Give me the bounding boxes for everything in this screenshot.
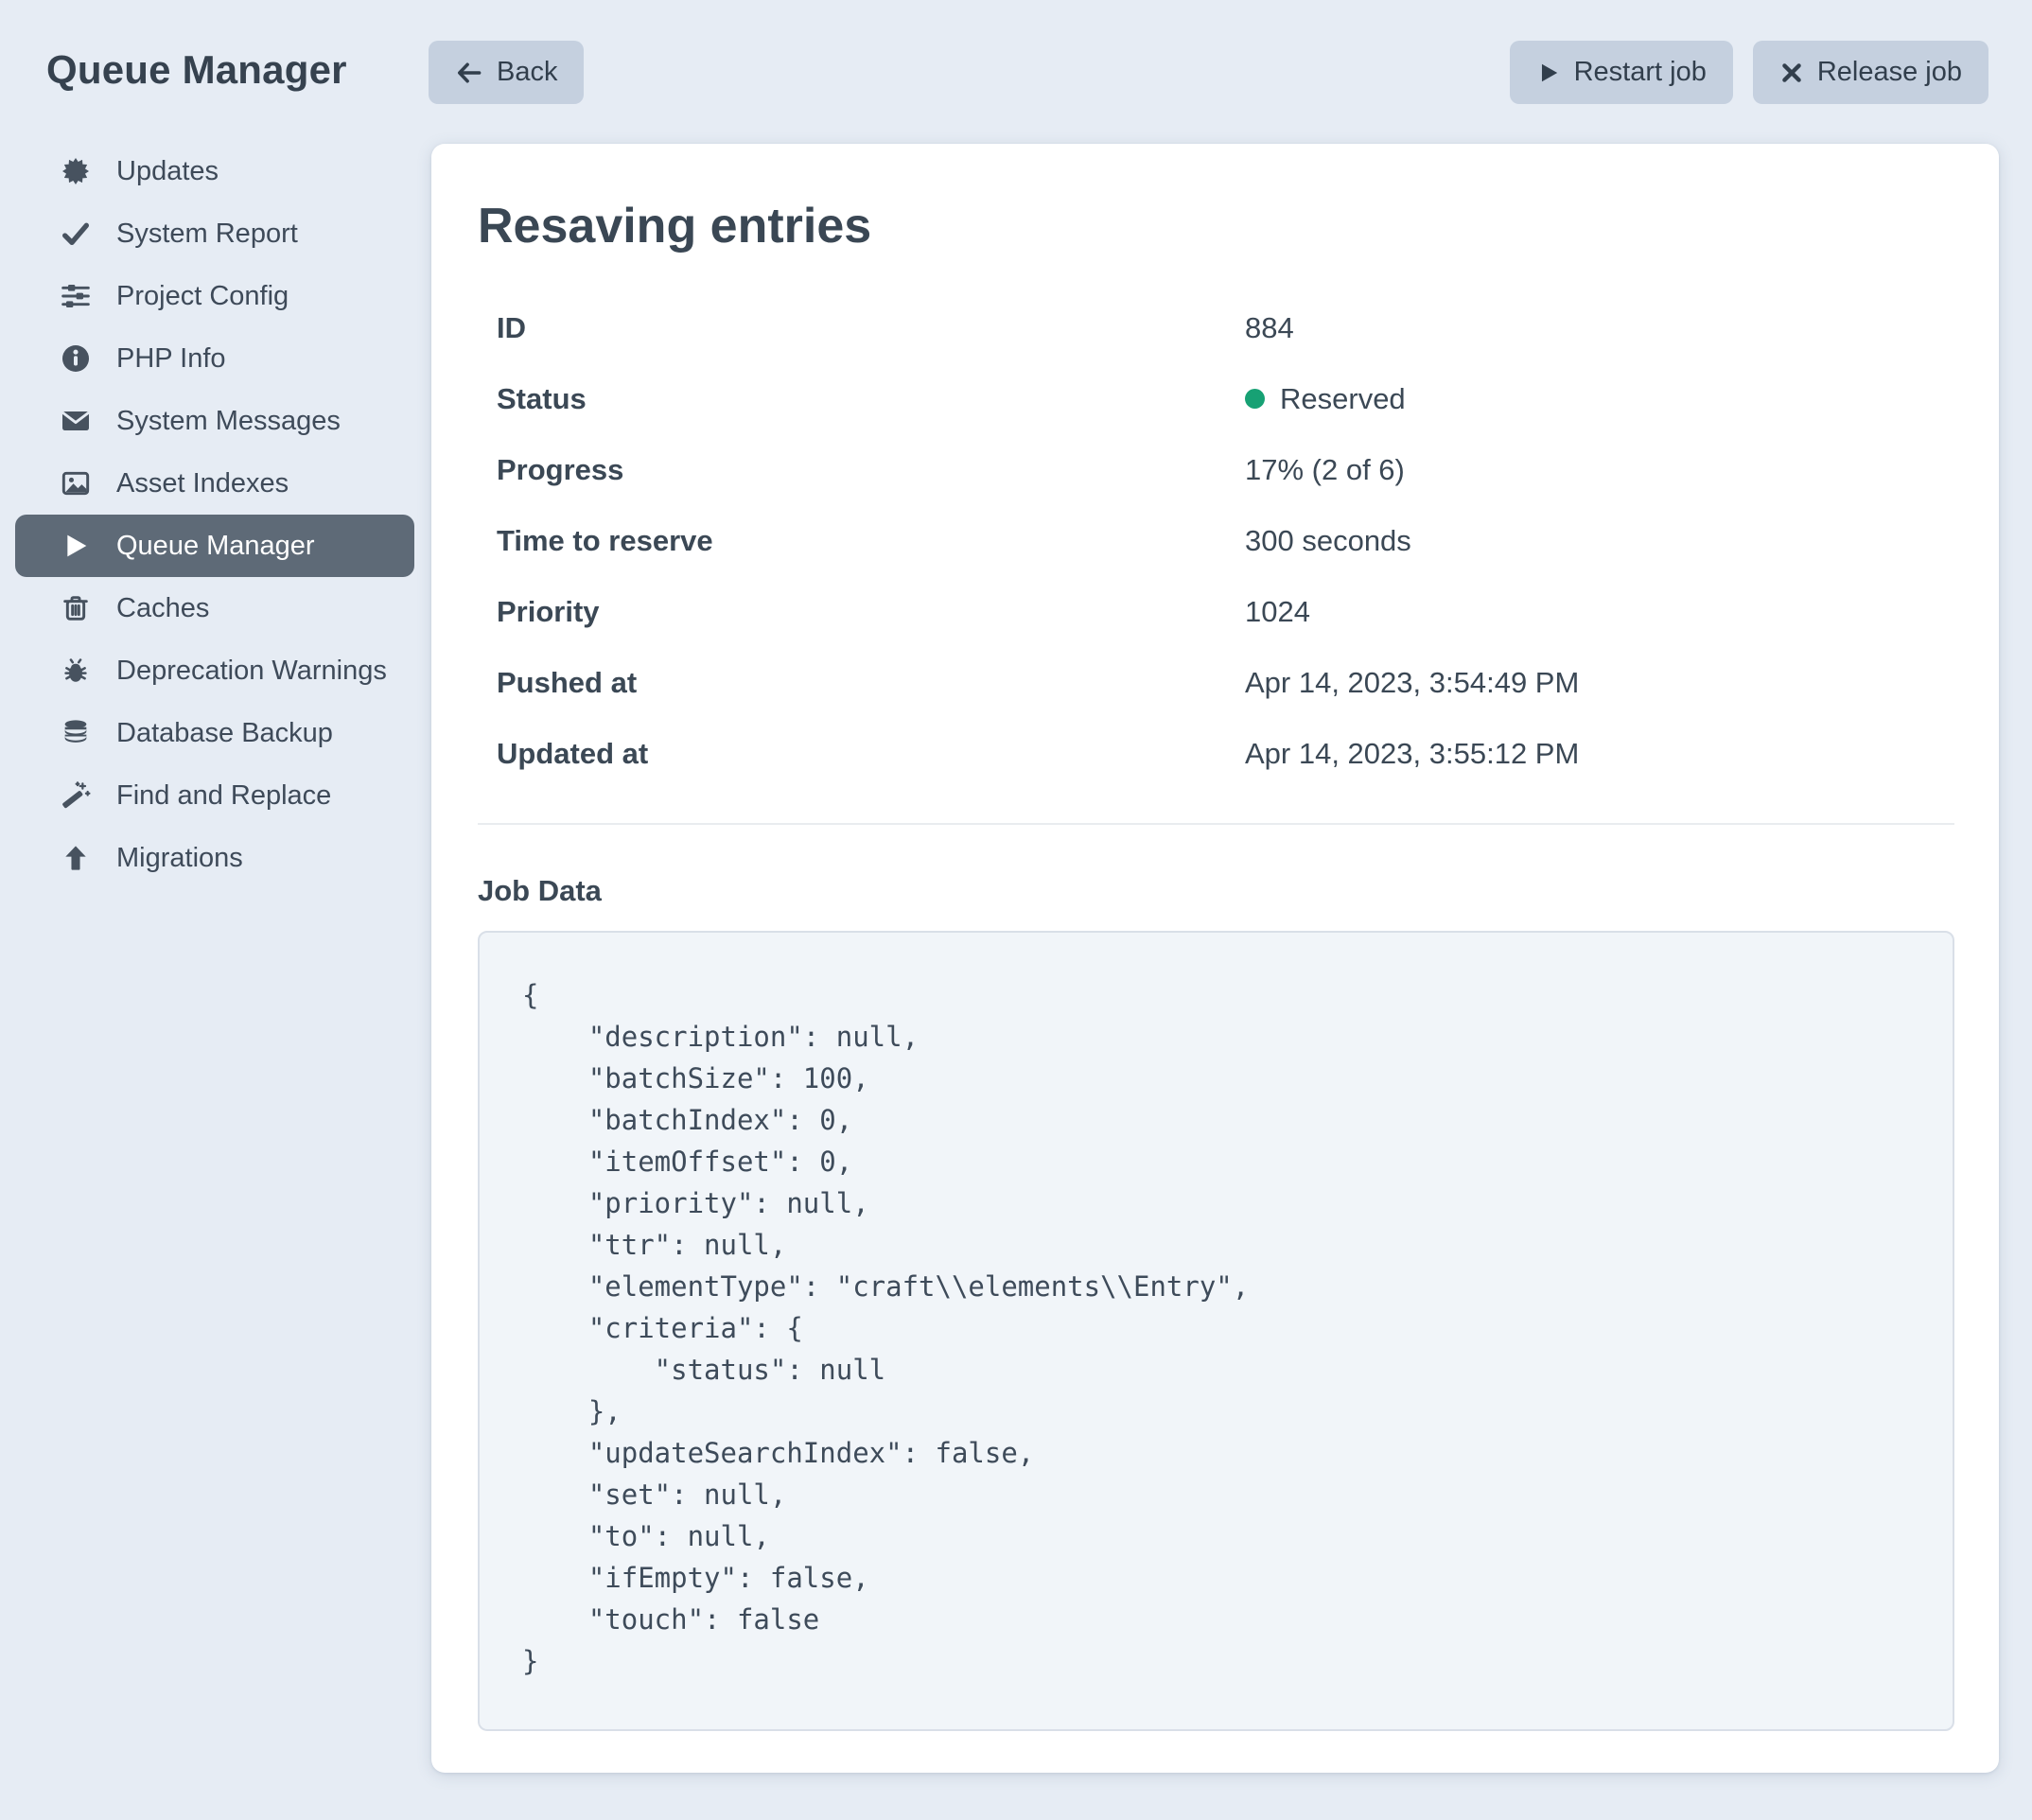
updates-burst-icon [60, 155, 92, 187]
sidebar-item-label: Caches [116, 588, 209, 628]
play-icon [60, 530, 92, 562]
detail-value: Apr 14, 2023, 3:55:12 PM [1245, 737, 1579, 771]
job-title: Resaving entries [478, 198, 1954, 254]
restart-job-button[interactable]: Restart job [1510, 41, 1733, 104]
sidebar-item-system-report[interactable]: System Report [15, 202, 414, 265]
sidebar-item-label: Updates [116, 151, 219, 191]
sidebar-item-system-messages[interactable]: System Messages [15, 390, 414, 452]
trash-icon [60, 592, 92, 624]
sidebar-item-label: System Report [116, 214, 298, 254]
image-icon [60, 467, 92, 499]
arrow-up-icon [60, 842, 92, 874]
status-text: Reserved [1280, 382, 1406, 416]
detail-label: Pushed at [478, 666, 1245, 700]
job-data-heading: Job Data [478, 874, 1954, 908]
job-data-code-block: { "description": null, "batchSize": 100,… [478, 931, 1954, 1731]
detail-value: 1024 [1245, 595, 1310, 629]
sidebar-item-php-info[interactable]: PHP Info [15, 327, 414, 390]
sidebar-item-queue-manager[interactable]: Queue Manager [15, 515, 414, 577]
x-icon [1779, 61, 1804, 85]
restart-job-label: Restart job [1574, 57, 1707, 88]
sidebar-item-label: Deprecation Warnings [116, 651, 387, 691]
database-icon [60, 717, 92, 749]
detail-row-priority: Priority 1024 [478, 576, 1954, 647]
toolbar-actions: Restart job Release job [1510, 41, 1988, 104]
utilities-sidebar: Updates System Report Project Config PHP… [15, 140, 414, 889]
detail-value: Apr 14, 2023, 3:54:49 PM [1245, 666, 1579, 700]
sidebar-item-label: Database Backup [116, 713, 333, 753]
sidebar-item-label: Migrations [116, 838, 243, 878]
sidebar-item-label: Find and Replace [116, 776, 331, 815]
release-job-label: Release job [1817, 57, 1962, 88]
detail-label: Updated at [478, 737, 1245, 771]
magic-wand-icon [60, 779, 92, 812]
detail-value: Reserved [1245, 382, 1406, 416]
detail-label: Progress [478, 453, 1245, 487]
status-dot-reserved [1245, 389, 1265, 409]
sidebar-item-migrations[interactable]: Migrations [15, 827, 414, 889]
job-data-json: { "description": null, "batchSize": 100,… [522, 974, 1910, 1682]
sidebar-item-deprecation-warnings[interactable]: Deprecation Warnings [15, 639, 414, 702]
detail-row-progress: Progress 17% (2 of 6) [478, 434, 1954, 505]
sidebar-item-database-backup[interactable]: Database Backup [15, 702, 414, 764]
play-icon [1536, 61, 1561, 85]
checkmark-icon [60, 218, 92, 250]
job-details-table: ID 884 Status Reserved Progress 17% (2 o… [478, 292, 1954, 789]
envelope-icon [60, 405, 92, 437]
detail-value: 884 [1245, 311, 1294, 345]
release-job-button[interactable]: Release job [1753, 41, 1988, 104]
sidebar-item-label: Queue Manager [116, 526, 315, 566]
detail-label: Priority [478, 595, 1245, 629]
sidebar-item-label: PHP Info [116, 339, 226, 378]
detail-label: Time to reserve [478, 524, 1245, 558]
detail-row-pushed-at: Pushed at Apr 14, 2023, 3:54:49 PM [478, 647, 1954, 718]
sidebar-item-label: Asset Indexes [116, 464, 289, 503]
detail-value: 17% (2 of 6) [1245, 453, 1405, 487]
sidebar-item-find-and-replace[interactable]: Find and Replace [15, 764, 414, 827]
sidebar-item-label: System Messages [116, 401, 341, 441]
page-title: Queue Manager [46, 47, 347, 93]
detail-label: Status [478, 382, 1245, 416]
section-divider [478, 823, 1954, 825]
sidebar-item-asset-indexes[interactable]: Asset Indexes [15, 452, 414, 515]
bug-icon [60, 655, 92, 687]
sidebar-item-project-config[interactable]: Project Config [15, 265, 414, 327]
detail-row-time-to-reserve: Time to reserve 300 seconds [478, 505, 1954, 576]
back-button-label: Back [497, 57, 557, 88]
sidebar-item-updates[interactable]: Updates [15, 140, 414, 202]
detail-row-updated-at: Updated at Apr 14, 2023, 3:55:12 PM [478, 718, 1954, 789]
sidebar-item-caches[interactable]: Caches [15, 577, 414, 639]
arrow-left-icon [455, 59, 483, 87]
detail-row-status: Status Reserved [478, 363, 1954, 434]
back-button[interactable]: Back [429, 41, 584, 104]
info-circle-icon [60, 342, 92, 375]
sidebar-item-label: Project Config [116, 276, 289, 316]
job-detail-card: Resaving entries ID 884 Status Reserved … [431, 144, 1999, 1773]
sliders-icon [60, 280, 92, 312]
detail-label: ID [478, 311, 1245, 345]
detail-row-id: ID 884 [478, 292, 1954, 363]
detail-value: 300 seconds [1245, 524, 1411, 558]
